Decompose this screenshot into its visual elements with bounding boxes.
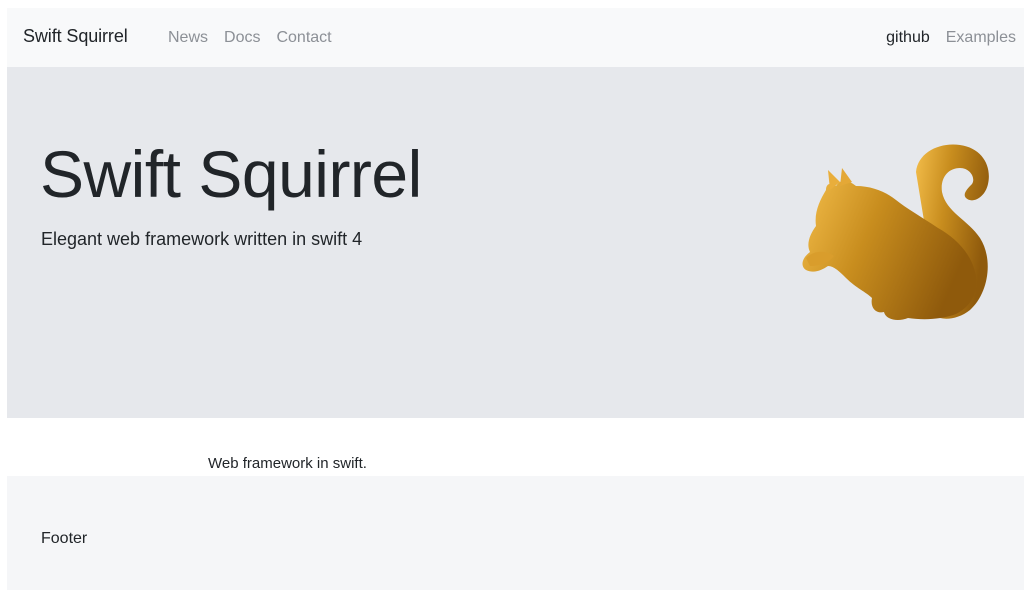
footer-text: Footer [41, 530, 88, 547]
brand-link[interactable]: Swift Squirrel [23, 26, 128, 47]
nav-left-links: News Docs Contact [168, 29, 340, 47]
nav-link-examples[interactable]: Examples [938, 29, 1016, 47]
hero-jumbotron: Swift Squirrel Elegant web framework wri… [7, 67, 1024, 418]
nav-link-contact[interactable]: Contact [268, 29, 339, 47]
nav-link-github[interactable]: github [878, 29, 938, 47]
nav-right-links: github Examples [878, 29, 1016, 47]
navbar: Swift Squirrel News Docs Contact github … [7, 8, 1024, 67]
nav-link-news[interactable]: News [168, 29, 216, 47]
page: Swift Squirrel News Docs Contact github … [7, 8, 1024, 590]
content-text: Web framework in swift. [208, 455, 367, 472]
hero-lead: Elegant web framework written in swift 4 [41, 229, 363, 249]
nav-link-docs[interactable]: Docs [216, 29, 268, 47]
squirrel-icon [802, 144, 989, 320]
footer: Footer [7, 476, 1024, 590]
hero-title: Swift Squirrel [40, 137, 422, 211]
